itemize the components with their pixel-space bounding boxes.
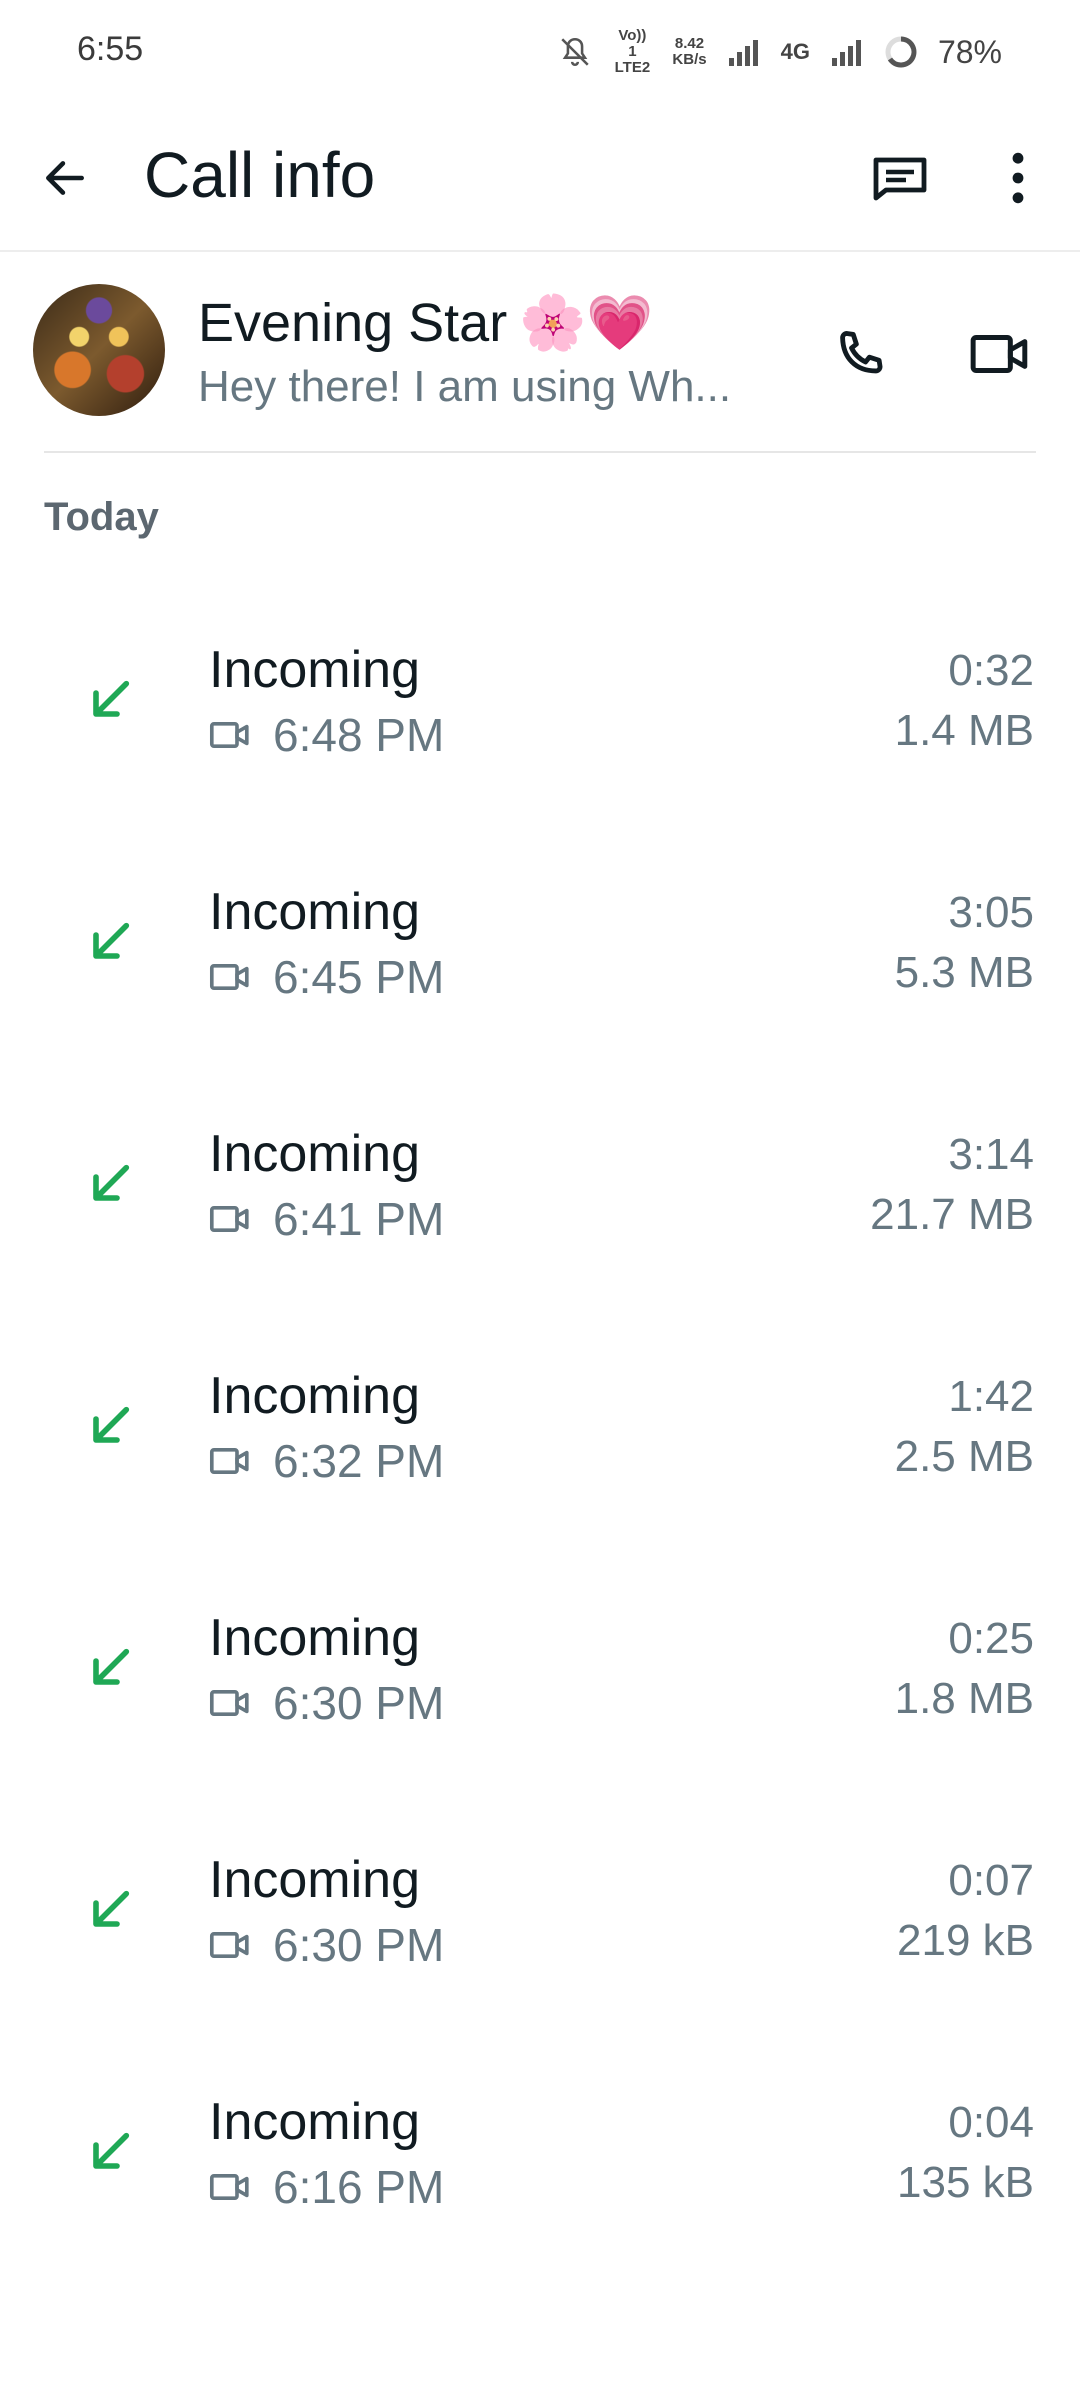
call-data-size: 1.8 MB	[894, 1674, 1034, 1723]
phone-icon	[840, 331, 883, 374]
video-call-icon	[209, 963, 249, 991]
incoming-arrow-icon	[93, 922, 130, 959]
call-data-size: 21.7 MB	[870, 1190, 1034, 1239]
call-type: Incoming	[209, 1367, 420, 1425]
message-button[interactable]	[865, 143, 935, 213]
call-data-size: 1.4 MB	[894, 706, 1034, 755]
call-data-size: 5.3 MB	[894, 948, 1034, 997]
network-speed: 8.42 KB/s	[672, 36, 706, 68]
call-data-size: 2.5 MB	[894, 1432, 1034, 1481]
call-type: Incoming	[209, 883, 420, 941]
video-call-button[interactable]	[960, 314, 1040, 394]
call-type: Incoming	[209, 2093, 420, 2151]
call-duration: 0:32	[948, 646, 1034, 695]
call-item[interactable]: Incoming 6:48 PM 0:32 1.4 MB	[0, 590, 1080, 832]
call-time: 6:32 PM	[273, 1435, 445, 1487]
back-button[interactable]	[30, 143, 100, 213]
signal-icon	[727, 38, 761, 66]
call-item[interactable]: Incoming 6:32 PM 1:42 2.5 MB	[0, 1316, 1080, 1558]
mute-notification-icon	[558, 35, 592, 69]
call-sub: 6:41 PM	[209, 1192, 444, 1246]
call-duration: 1:42	[948, 1372, 1034, 1421]
video-call-icon	[209, 2173, 249, 2201]
incoming-arrow-icon	[93, 1164, 130, 1201]
video-call-icon	[209, 1931, 249, 1959]
signal-icon-2	[830, 38, 864, 66]
call-duration: 0:04	[948, 2098, 1034, 2147]
call-sub: 6:30 PM	[209, 1676, 444, 1730]
video-call-icon	[209, 721, 249, 749]
network-type: 4G	[780, 39, 810, 64]
call-time: 6:30 PM	[273, 1919, 445, 1971]
status-bar: 6:55 Vo)) 1 LTE2 8.42 KB/s 4G 78%	[0, 0, 1080, 100]
video-call-icon	[209, 1205, 249, 1233]
call-type: Incoming	[209, 1609, 420, 1667]
call-time: 6:45 PM	[273, 951, 445, 1003]
battery-percent: 78%	[937, 33, 1002, 70]
video-camera-icon	[970, 334, 1028, 374]
speed-unit: KB/s	[672, 51, 707, 68]
more-vertical-icon	[1012, 152, 1024, 204]
call-list: Incoming 6:48 PM 0:32 1.4 MB Incoming 6:…	[0, 590, 1080, 2284]
section-title: Today	[44, 495, 159, 539]
battery-icon	[884, 35, 918, 69]
contact-divider	[44, 451, 1036, 453]
call-sub: 6:45 PM	[209, 950, 444, 1004]
call-duration: 0:07	[948, 1856, 1034, 1905]
call-sub: 6:48 PM	[209, 708, 444, 762]
call-duration: 3:05	[948, 888, 1034, 937]
incoming-arrow-icon	[93, 1648, 130, 1685]
call-type: Incoming	[209, 1851, 420, 1909]
call-duration: 3:14	[948, 1130, 1034, 1179]
app-bar: Call info	[0, 100, 1080, 252]
incoming-arrow-icon	[93, 2132, 130, 2169]
status-icons: Vo)) 1 LTE2 8.42 KB/s 4G 78%	[558, 28, 1002, 76]
contact-name-text: Evening Star	[198, 293, 508, 353]
call-item[interactable]: Incoming 6:30 PM 0:25 1.8 MB	[0, 1558, 1080, 1800]
contact-name-emoji: 🌸💗	[519, 293, 654, 353]
call-data-size: 135 kB	[897, 2158, 1034, 2207]
contact-row[interactable]: Evening Star 🌸💗 Hey there! I am using Wh.…	[0, 252, 1080, 452]
incoming-arrow-icon	[93, 1406, 130, 1443]
call-item[interactable]: Incoming 6:41 PM 3:14 21.7 MB	[0, 1074, 1080, 1316]
incoming-arrow-icon	[93, 1890, 130, 1927]
video-call-icon	[209, 1689, 249, 1717]
contact-status: Hey there! I am using Wh...	[198, 362, 732, 411]
call-item[interactable]: Incoming 6:16 PM 0:04 135 kB	[0, 2042, 1080, 2284]
incoming-arrow-icon	[93, 680, 130, 717]
call-type: Incoming	[209, 1125, 420, 1183]
call-time: 6:16 PM	[273, 2161, 445, 2213]
back-arrow-icon	[46, 161, 84, 195]
call-type: Incoming	[209, 641, 420, 699]
volte-indicator: Vo)) 1 LTE2	[614, 27, 651, 76]
contact-name: Evening Star 🌸💗	[198, 292, 654, 355]
call-item[interactable]: Incoming 6:45 PM 3:05 5.3 MB	[0, 832, 1080, 1074]
call-duration: 0:25	[948, 1614, 1034, 1663]
call-data-size: 219 kB	[897, 1916, 1034, 1965]
call-time: 6:41 PM	[273, 1193, 445, 1245]
message-icon	[873, 157, 927, 201]
voice-call-button[interactable]	[820, 314, 900, 394]
call-sub: 6:30 PM	[209, 1918, 444, 1972]
more-options-button[interactable]	[983, 143, 1053, 213]
call-sub: 6:16 PM	[209, 2160, 444, 2214]
call-time: 6:30 PM	[273, 1677, 445, 1729]
page-title: Call info	[144, 139, 376, 211]
call-item[interactable]: Incoming 6:30 PM 0:07 219 kB	[0, 1800, 1080, 2042]
speed-value: 8.42	[674, 35, 705, 52]
call-sub: 6:32 PM	[209, 1434, 444, 1488]
status-time: 6:55	[77, 30, 144, 68]
video-call-icon	[209, 1447, 249, 1475]
call-time: 6:48 PM	[273, 709, 445, 761]
avatar[interactable]	[33, 284, 165, 416]
